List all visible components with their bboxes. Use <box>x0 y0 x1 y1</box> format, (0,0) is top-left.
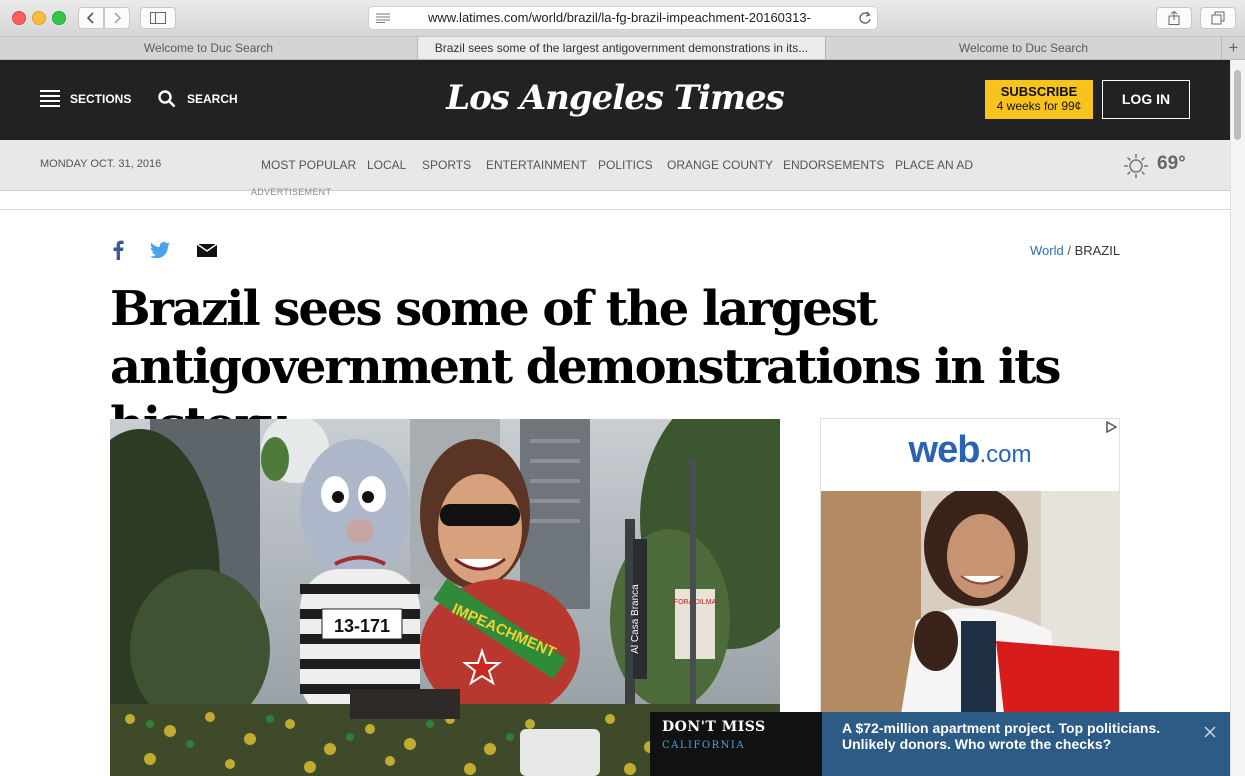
subscribe-label: SUBSCRIBE <box>1000 84 1078 99</box>
ad-brand-logo: web.com <box>821 429 1119 472</box>
balloon-sign-text: FORA DILMA <box>674 599 717 606</box>
nav-entertainment[interactable]: ENTERTAINMENT <box>486 158 587 172</box>
current-date: MONDAY OCT. 31, 2016 <box>40 158 162 170</box>
close-icon[interactable] <box>1204 726 1216 738</box>
sections-label: SECTIONS <box>70 92 132 106</box>
dont-miss-category[interactable]: CALIFORNIA <box>662 740 745 751</box>
browser-toolbar: www.latimes.com/world/brazil/la-fg-brazi… <box>0 0 1245 37</box>
balloon-label-1: 13-171 <box>334 616 390 636</box>
share-icon <box>1168 11 1180 25</box>
chevron-left-icon <box>86 12 94 24</box>
dont-miss-headline[interactable]: A $72-million apartment project. Top pol… <box>842 720 1182 752</box>
sidebar-icon <box>150 12 166 24</box>
breadcrumb: World / BRAZIL <box>1030 243 1120 258</box>
masthead: SECTIONS SEARCH Los Angeles Times SUBSCR… <box>0 60 1230 140</box>
new-tab-button[interactable]: + <box>1222 37 1245 59</box>
twitter-icon[interactable] <box>150 242 170 258</box>
site-logo[interactable]: Los Angeles Times <box>440 78 790 118</box>
facebook-icon[interactable] <box>112 240 124 260</box>
section-nav: MONDAY OCT. 31, 2016 MOST POPULAR LOCAL … <box>0 140 1230 191</box>
reader-icon[interactable] <box>376 13 390 23</box>
scrollbar-thumb[interactable] <box>1234 70 1241 140</box>
chevron-right-icon <box>114 12 122 24</box>
close-window-button[interactable] <box>12 11 26 25</box>
forward-button[interactable] <box>104 7 130 29</box>
tab-duc-search-2[interactable]: Welcome to Duc Search <box>826 37 1222 59</box>
weather-temperature[interactable]: 69° <box>1157 153 1186 175</box>
sun-icon <box>1124 154 1148 178</box>
email-icon[interactable] <box>197 244 217 257</box>
back-button[interactable] <box>78 7 104 29</box>
menu-icon <box>40 90 60 107</box>
login-button[interactable]: LOG IN <box>1102 80 1190 119</box>
breadcrumb-brazil[interactable]: BRAZIL <box>1075 243 1121 258</box>
zoom-window-button[interactable] <box>52 11 66 25</box>
search-label: SEARCH <box>187 92 238 106</box>
divider <box>0 209 1230 210</box>
tabs-overview-button[interactable] <box>1200 7 1236 29</box>
search-icon <box>158 90 176 108</box>
subscribe-offer: 4 weeks for 99¢ <box>996 99 1082 113</box>
advertisement-label: ADVERTISEMENT <box>251 187 332 197</box>
ad-brand-name: web <box>908 429 981 471</box>
nav-politics[interactable]: POLITICS <box>598 158 653 172</box>
url-text: www.latimes.com/world/brazil/la-fg-brazi… <box>428 10 811 25</box>
reload-icon[interactable] <box>858 11 872 25</box>
tabs-icon <box>1211 11 1225 25</box>
street-sign-text: Al Casa Branca <box>630 584 641 654</box>
nav-orange-county[interactable]: ORANGE COUNTY <box>667 158 773 172</box>
nav-place-an-ad[interactable]: PLACE AN AD <box>895 158 973 172</box>
subscribe-button[interactable]: SUBSCRIBE 4 weeks for 99¢ <box>985 80 1093 119</box>
tab-bar: Welcome to Duc Search Brazil sees some o… <box>0 37 1245 60</box>
nav-endorsements[interactable]: ENDORSEMENTS <box>783 158 884 172</box>
page-scrollbar[interactable] <box>1230 60 1245 776</box>
sidebar-toggle-button[interactable] <box>140 7 176 29</box>
dont-miss-title: DON'T MISS <box>662 719 766 735</box>
tab-duc-search-1[interactable]: Welcome to Duc Search <box>0 37 418 59</box>
breadcrumb-separator: / <box>1063 243 1075 258</box>
nav-most-popular[interactable]: MOST POPULAR <box>261 158 356 172</box>
nav-sports[interactable]: SPORTS <box>422 158 471 172</box>
minimize-window-button[interactable] <box>32 11 46 25</box>
tab-brazil-article[interactable]: Brazil sees some of the largest antigove… <box>418 37 826 59</box>
web-page: SECTIONS SEARCH Los Angeles Times SUBSCR… <box>0 60 1230 776</box>
nav-local[interactable]: LOCAL <box>367 158 406 172</box>
breadcrumb-world[interactable]: World <box>1030 243 1064 258</box>
ad-brand-suffix: .com <box>979 441 1032 468</box>
share-button[interactable] <box>1156 7 1192 29</box>
